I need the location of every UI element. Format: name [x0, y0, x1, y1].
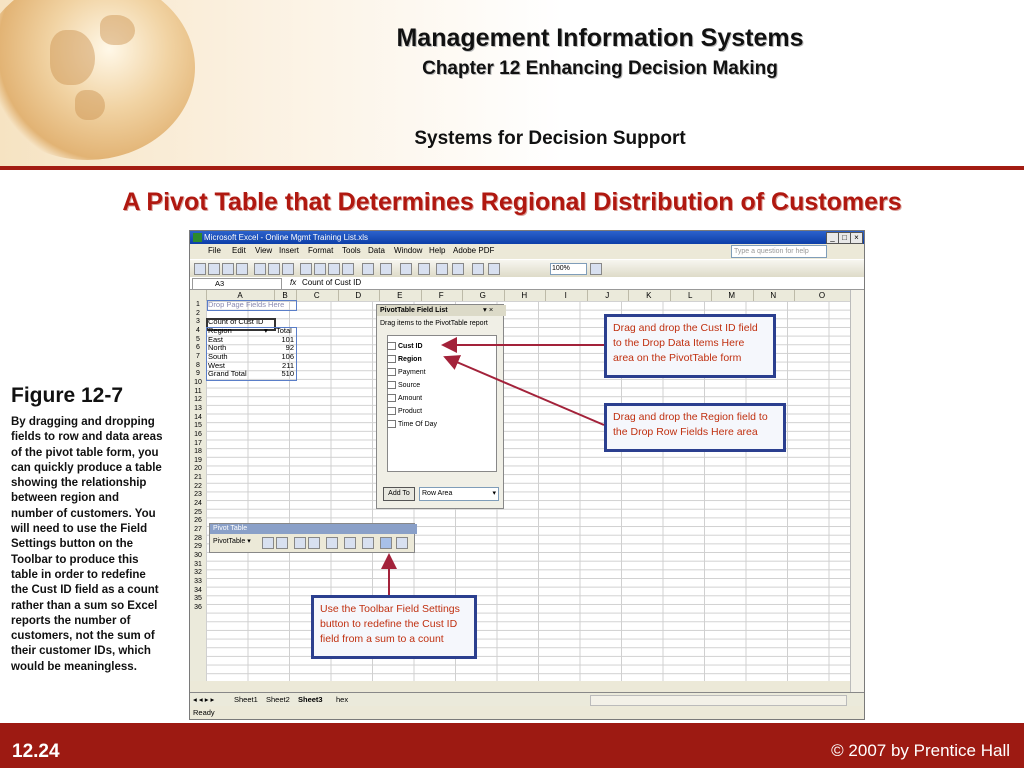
course-title: Management Information Systems	[396, 24, 804, 52]
section-title: Systems for Decision Support	[414, 128, 686, 149]
chapter-title: Chapter 12 Enhancing Decision Making	[422, 58, 778, 79]
excel-screenshot: Microsoft Excel - Online Mgmt Training L…	[189, 230, 865, 720]
globe-image	[0, 0, 195, 160]
figure-caption: By dragging and dropping fields to row a…	[11, 416, 163, 673]
header-divider	[0, 166, 1024, 170]
figure-heading: Figure 12-7	[11, 384, 124, 407]
slide-title: A Pivot Table that Determines Regional D…	[122, 188, 902, 216]
slide-number: 12.24	[12, 741, 60, 762]
arrow-to-region	[443, 355, 605, 426]
copyright: © 2007 by Prentice Hall	[831, 741, 1010, 760]
callout-arrows	[381, 337, 605, 595]
